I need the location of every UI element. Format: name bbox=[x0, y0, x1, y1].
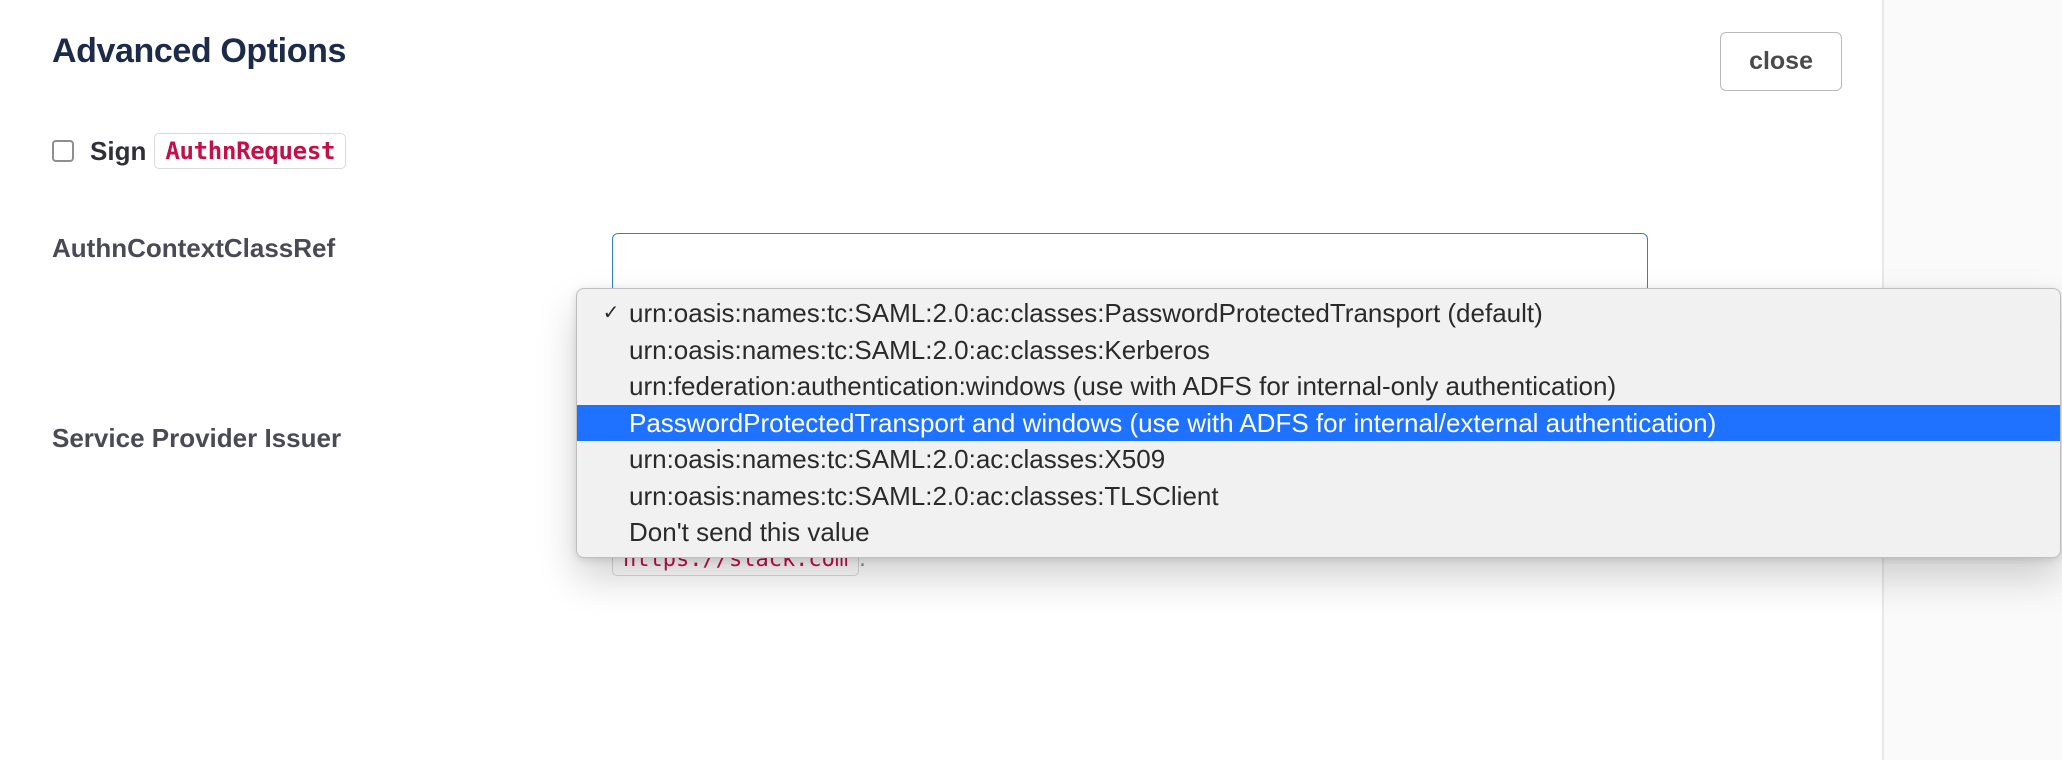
sign-authnrequest-row: Sign AuthnRequest bbox=[52, 133, 1882, 169]
section-title: Advanced Options bbox=[52, 32, 346, 71]
authncontext-dropdown[interactable]: ✓urn:oasis:names:tc:SAML:2.0:ac:classes:… bbox=[576, 288, 2061, 558]
sign-authnrequest-label: Sign AuthnRequest bbox=[90, 133, 346, 169]
close-button[interactable]: close bbox=[1720, 32, 1842, 91]
authncontext-row: AuthnContextClassRef bbox=[52, 233, 1882, 293]
authncontext-option[interactable]: urn:oasis:names:tc:SAML:2.0:ac:classes:K… bbox=[577, 332, 2060, 369]
option-label: urn:oasis:names:tc:SAML:2.0:ac:classes:K… bbox=[629, 334, 1210, 367]
advanced-options-panel: Advanced Options close Sign AuthnRequest… bbox=[0, 0, 2062, 760]
authncontext-value bbox=[612, 233, 1882, 293]
authncontext-label: AuthnContextClassRef bbox=[52, 233, 612, 264]
authncontext-option[interactable]: urn:oasis:names:tc:SAML:2.0:ac:classes:T… bbox=[577, 478, 2060, 515]
authnrequest-code-badge: AuthnRequest bbox=[154, 133, 346, 169]
option-label: urn:oasis:names:tc:SAML:2.0:ac:classes:X… bbox=[629, 443, 1165, 476]
sign-label-prefix: Sign bbox=[90, 136, 146, 167]
header-row: Advanced Options close bbox=[52, 32, 1882, 133]
option-label: urn:federation:authentication:windows (u… bbox=[629, 370, 1616, 403]
authncontext-option[interactable]: ✓urn:oasis:names:tc:SAML:2.0:ac:classes:… bbox=[577, 295, 2060, 332]
authncontext-option[interactable]: PasswordProtectedTransport and windows (… bbox=[577, 405, 2060, 442]
option-label: urn:oasis:names:tc:SAML:2.0:ac:classes:P… bbox=[629, 297, 1543, 330]
authncontext-select[interactable] bbox=[612, 233, 1648, 293]
authncontext-option[interactable]: urn:federation:authentication:windows (u… bbox=[577, 368, 2060, 405]
authncontext-option[interactable]: Don't send this value bbox=[577, 514, 2060, 551]
option-label: Don't send this value bbox=[629, 516, 870, 549]
spi-label: Service Provider Issuer bbox=[52, 423, 612, 454]
option-label: urn:oasis:names:tc:SAML:2.0:ac:classes:T… bbox=[629, 480, 1219, 513]
content-area: Advanced Options close Sign AuthnRequest… bbox=[0, 0, 1882, 760]
sign-authnrequest-checkbox[interactable] bbox=[52, 140, 74, 162]
check-icon: ✓ bbox=[599, 301, 623, 326]
option-label: PasswordProtectedTransport and windows (… bbox=[629, 407, 1716, 440]
authncontext-option[interactable]: urn:oasis:names:tc:SAML:2.0:ac:classes:X… bbox=[577, 441, 2060, 478]
